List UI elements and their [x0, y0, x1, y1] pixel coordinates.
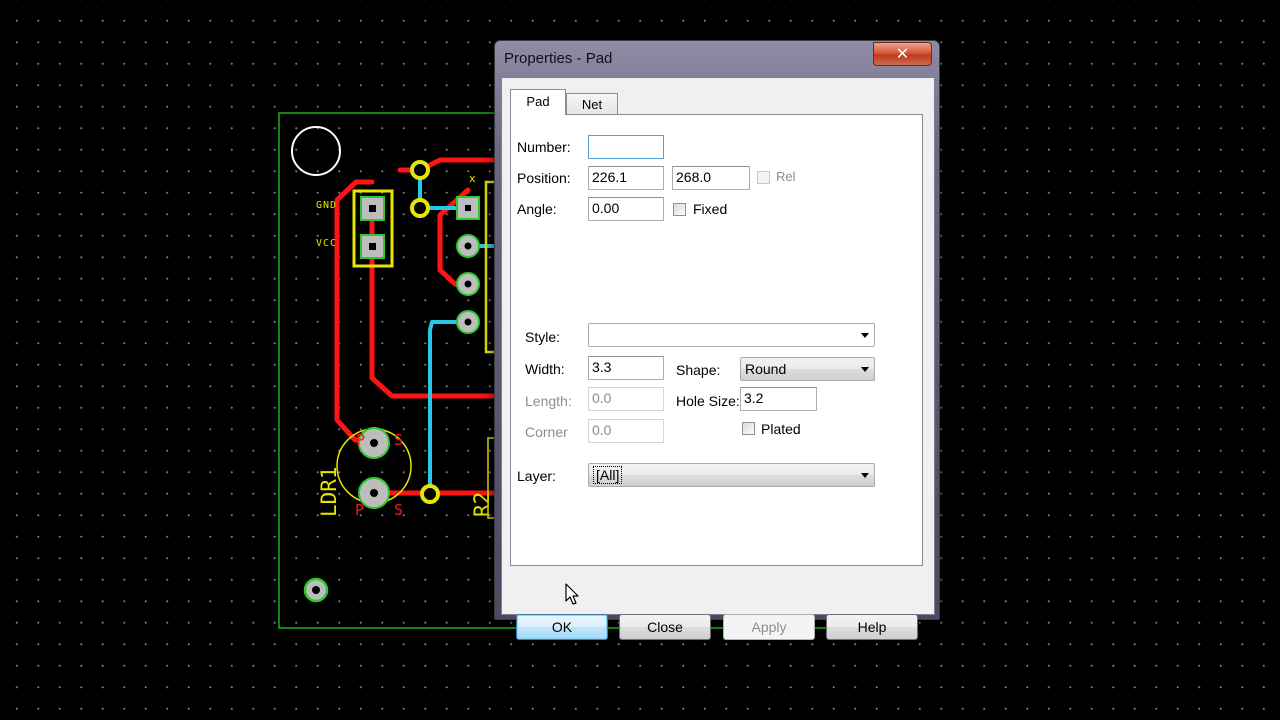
style-dropdown[interactable]	[588, 323, 875, 347]
position-y-input[interactable]: 268.0	[672, 166, 750, 190]
label-vcc: VCC	[316, 238, 337, 249]
plated-label: Plated	[761, 421, 801, 437]
angle-input[interactable]: 0.00	[588, 197, 664, 221]
dialog-client-area: Pad Net Number: Position: 226.1 268.0 Re…	[501, 77, 935, 640]
label-s-bottom: S	[394, 501, 403, 519]
length-label: Length:	[525, 393, 572, 409]
layer-label: Layer:	[517, 468, 556, 484]
label-x-mark: x	[469, 172, 476, 185]
hole-size-input[interactable]: 3.2	[740, 387, 817, 411]
number-label: Number:	[517, 139, 571, 155]
rel-checkbox[interactable]	[757, 171, 770, 184]
shape-value: Round	[745, 361, 787, 377]
corner-label: Corner	[525, 424, 568, 440]
mounting-hole-top	[291, 126, 341, 176]
label-ldr: LDR1	[317, 466, 341, 517]
ic-pad-4	[456, 310, 480, 334]
width-label: Width:	[525, 361, 565, 377]
ic-pad-1	[456, 196, 480, 220]
hole-size-label: Hole Size:	[676, 393, 740, 409]
number-input[interactable]	[588, 135, 664, 159]
length-input[interactable]: 0.0	[588, 387, 664, 411]
ic-pad-2	[456, 234, 480, 258]
label-p-top: P	[356, 431, 365, 449]
plated-checkbox[interactable]	[742, 422, 755, 435]
apply-button[interactable]: Apply	[723, 614, 815, 640]
rel-label: Rel	[776, 169, 796, 184]
chevron-down-icon	[861, 333, 869, 338]
label-r2: R2	[470, 492, 494, 517]
shape-dropdown[interactable]: Round	[740, 357, 875, 381]
ok-button[interactable]: OK	[516, 614, 608, 640]
shape-label: Shape:	[676, 362, 721, 378]
label-s-top: S	[394, 431, 403, 449]
position-label: Position:	[517, 170, 571, 186]
connector-pad-vcc	[360, 234, 385, 259]
pad-properties-dialog[interactable]: Properties - Pad ✕ Pad Net Number: Posit…	[494, 40, 940, 640]
via-top-2	[410, 198, 430, 218]
position-x-input[interactable]: 226.1	[588, 166, 664, 190]
angle-label: Angle:	[517, 201, 557, 217]
via-bottom	[420, 484, 440, 504]
layer-dropdown[interactable]: [All]	[588, 463, 875, 487]
fixed-label: Fixed	[693, 201, 728, 217]
fixed-checkbox[interactable]	[673, 203, 686, 216]
chevron-down-icon	[861, 473, 869, 478]
via-top-1	[410, 160, 430, 180]
style-label: Style:	[525, 329, 561, 345]
mounting-hole-bottom	[303, 577, 329, 603]
corner-input[interactable]: 0.0	[588, 419, 664, 443]
pad-tab-panel: Number: Position: 226.1 268.0 Rel Angle:…	[510, 114, 923, 566]
connector-pad-gnd	[360, 196, 385, 221]
label-gnd: GND	[316, 200, 337, 211]
dialog-close-icon[interactable]: ✕	[873, 42, 932, 66]
width-input[interactable]: 3.3	[588, 356, 664, 380]
chevron-down-icon	[861, 367, 869, 372]
label-p-bottom: P	[355, 501, 364, 519]
help-button[interactable]: Help	[826, 614, 918, 640]
tab-net[interactable]: Net	[566, 93, 618, 115]
layer-value: [All]	[593, 466, 623, 484]
dialog-title: Properties - Pad	[504, 50, 613, 67]
close-button[interactable]: Close	[619, 614, 711, 640]
mouse-cursor-icon	[565, 583, 579, 605]
tab-pad[interactable]: Pad	[510, 89, 566, 115]
ic-pad-3	[456, 272, 480, 296]
